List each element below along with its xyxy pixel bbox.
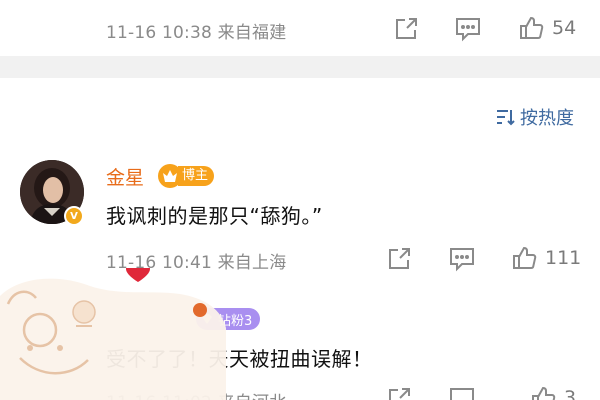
heart-icon (126, 268, 150, 282)
sort-label: 按热度 (520, 108, 574, 129)
reply-button[interactable] (448, 386, 476, 400)
comment-icon (456, 18, 480, 42)
post-action-bar: 11-16 10:38 来自福建 54 (0, 10, 600, 50)
share-icon (389, 388, 410, 400)
comment-username[interactable]: 金星 (106, 163, 144, 190)
comment-icon (450, 248, 474, 272)
sort-by-hot-button[interactable]: 按热度 (496, 104, 574, 130)
share-icon (396, 18, 417, 39)
like-count: 54 (552, 17, 577, 39)
share-icon (389, 248, 410, 269)
like-button[interactable]: 111 (511, 245, 581, 271)
comment-text: 我讽刺的是那只“舔狗。” (106, 204, 323, 228)
post-meta: 11-16 10:38 来自福建 (106, 23, 287, 43)
comment-button[interactable] (454, 16, 482, 42)
share-button[interactable] (386, 246, 412, 272)
like-count: 3 (564, 387, 577, 400)
share-button[interactable] (386, 386, 412, 400)
thumbs-up-icon (513, 246, 537, 269)
cartoon-sticker (0, 268, 226, 400)
like-button[interactable]: 3 (530, 385, 576, 400)
section-divider (0, 56, 600, 78)
comment-icon (450, 388, 474, 400)
poster-badge-label: 博主 (178, 166, 215, 186)
thumbs-up-icon (532, 386, 556, 400)
poster-badge: 博主 (158, 164, 215, 188)
verified-badge: V (64, 206, 84, 226)
share-button[interactable] (393, 16, 419, 42)
reply-button[interactable] (448, 246, 476, 272)
thumbs-up-icon (520, 16, 544, 39)
like-button[interactable]: 54 (518, 15, 576, 41)
sort-icon (497, 110, 515, 126)
like-count: 111 (545, 247, 582, 269)
